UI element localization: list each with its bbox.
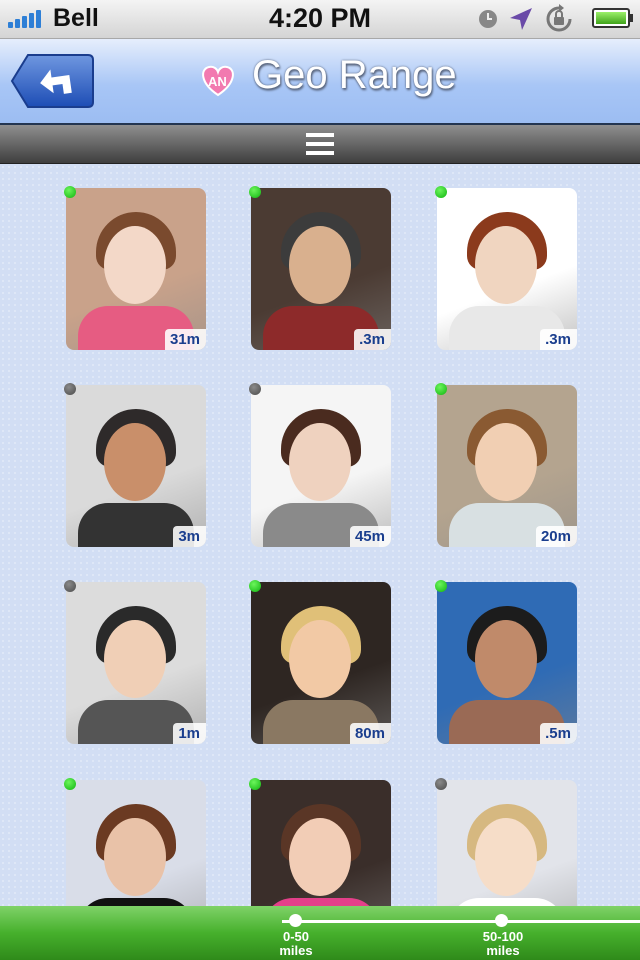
- battery-icon: [592, 8, 633, 28]
- distance-range-slider[interactable]: 0-50 miles 50-100 miles: [0, 906, 640, 960]
- back-arrow-icon: [10, 54, 94, 108]
- distance-badge: 31m: [164, 329, 206, 350]
- status-bar: Bell 4:20 PM: [0, 0, 640, 39]
- profile-card[interactable]: 31m: [64, 186, 206, 350]
- heart-logo-icon: AN: [198, 61, 238, 104]
- range-label-0-50[interactable]: 0-50 miles: [256, 930, 336, 958]
- profile-card[interactable]: 3m: [64, 383, 206, 547]
- offline-status-icon: [435, 778, 447, 790]
- online-status-icon: [64, 778, 76, 790]
- distance-badge: .5m: [540, 723, 577, 744]
- profile-card[interactable]: [435, 778, 577, 906]
- profile-photo[interactable]: [251, 582, 391, 744]
- profile-card[interactable]: 80m: [249, 580, 391, 744]
- online-status-icon: [249, 186, 261, 198]
- profile-photo[interactable]: [251, 780, 391, 906]
- distance-badge: .3m: [354, 329, 391, 350]
- profile-card[interactable]: .3m: [249, 186, 391, 350]
- offline-status-icon: [249, 383, 261, 395]
- range-label-50-100[interactable]: 50-100 miles: [463, 930, 543, 958]
- online-status-icon: [435, 383, 447, 395]
- rotation-lock-icon: [546, 4, 572, 32]
- profile-photo[interactable]: [66, 582, 206, 744]
- range-stop-50-100[interactable]: [495, 914, 508, 927]
- distance-badge: 3m: [173, 526, 206, 547]
- distance-badge: .3m: [540, 329, 577, 350]
- profile-photo[interactable]: [437, 582, 577, 744]
- profile-photo[interactable]: [437, 780, 577, 906]
- profile-photo[interactable]: [66, 780, 206, 906]
- profile-grid: 31m .3m .3m 3m 45m 20m 1m 80m .5m: [0, 164, 640, 906]
- profile-card[interactable]: [249, 778, 391, 906]
- profile-card[interactable]: .5m: [435, 580, 577, 744]
- distance-badge: 20m: [535, 526, 577, 547]
- profile-photo[interactable]: [66, 385, 206, 547]
- navigation-bar: AN Geo Range: [0, 39, 640, 125]
- profile-card[interactable]: 1m: [64, 580, 206, 744]
- distance-badge: 45m: [349, 526, 391, 547]
- toolbar: [0, 125, 640, 164]
- online-status-icon: [435, 186, 447, 198]
- offline-status-icon: [64, 383, 76, 395]
- page-title: Geo Range: [252, 53, 457, 97]
- range-stop-0-50[interactable]: [289, 914, 302, 927]
- profile-photo[interactable]: [251, 188, 391, 350]
- hamburger-menu-icon[interactable]: [306, 133, 334, 155]
- profile-card[interactable]: .3m: [435, 186, 577, 350]
- profile-card[interactable]: 20m: [435, 383, 577, 547]
- svg-text:AN: AN: [208, 74, 227, 89]
- back-button[interactable]: [10, 53, 95, 109]
- offline-status-icon: [64, 580, 76, 592]
- clock-icon: [479, 10, 497, 28]
- distance-badge: 1m: [173, 723, 206, 744]
- location-arrow-icon: [510, 8, 532, 30]
- online-status-icon: [249, 580, 261, 592]
- profile-card[interactable]: 45m: [249, 383, 391, 547]
- online-status-icon: [249, 778, 261, 790]
- profile-card[interactable]: [64, 778, 206, 906]
- online-status-icon: [435, 580, 447, 592]
- distance-badge: 80m: [349, 723, 391, 744]
- profile-photo[interactable]: [437, 385, 577, 547]
- online-status-icon: [64, 186, 76, 198]
- range-track[interactable]: [282, 920, 640, 923]
- profile-photo[interactable]: [251, 385, 391, 547]
- profile-photo[interactable]: [66, 188, 206, 350]
- profile-photo[interactable]: [437, 188, 577, 350]
